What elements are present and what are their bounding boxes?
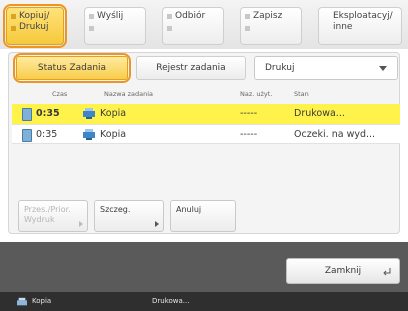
- row-time: 0:35: [36, 129, 58, 140]
- button-label: Anuluj: [176, 205, 202, 214]
- tab-store[interactable]: Zapisz: [240, 7, 302, 45]
- header-status: Stan: [294, 90, 309, 98]
- header-user: Naz. użyt.: [240, 90, 273, 98]
- header-job-name: Nazwa zadania: [104, 90, 154, 98]
- status-job-name: Kopia: [32, 297, 52, 305]
- button-label: Zamknij: [324, 266, 362, 276]
- button-label: Przes./Prior. Wydruk: [24, 205, 71, 224]
- select-value: Drukuj: [265, 63, 295, 73]
- copier-icon: [17, 297, 27, 306]
- job-type-select[interactable]: Drukuj: [254, 56, 398, 80]
- document-icon: [22, 129, 32, 142]
- tab-label: Odbiór: [175, 11, 206, 21]
- cancel-button[interactable]: Anuluj: [170, 200, 236, 232]
- row-status: Drukowa...: [294, 108, 345, 119]
- tab-label: Zapisz: [253, 11, 283, 21]
- chevron-right-icon: [79, 221, 83, 227]
- row-job-name: Kopia: [100, 108, 127, 119]
- chevron-right-icon: [155, 221, 159, 227]
- row-status: Oczeki. na wyd...: [294, 129, 376, 140]
- tab-send[interactable]: Wyślij: [84, 7, 146, 45]
- table-row[interactable]: 0:35 Kopia ----- Oczeki. na wyd...: [12, 124, 400, 144]
- table-row[interactable]: 0:35 Kopia ----- Drukowa...: [12, 104, 400, 124]
- tab-label: Eksploatacyj/ inne: [333, 11, 393, 32]
- status-job-state: Drukowa...: [152, 297, 190, 305]
- tab-consumables-other[interactable]: Eksploatacyj/ inne: [318, 7, 402, 45]
- chevron-down-icon: [379, 66, 387, 71]
- subtab-label: Rejestr zadania: [156, 63, 226, 73]
- tab-highlight-frame: [3, 4, 67, 48]
- details-button[interactable]: Szczeg.: [94, 200, 164, 232]
- copier-icon: [83, 129, 95, 140]
- row-job-name: Kopia: [100, 129, 127, 140]
- header-time: Czas: [52, 90, 68, 98]
- return-arrow-icon: [383, 268, 391, 276]
- button-label: Szczeg.: [100, 205, 131, 214]
- tab-indicator-icon: [89, 14, 94, 19]
- status-bar: Kopia Drukowa...: [0, 292, 408, 311]
- tab-indicator-icon: [245, 26, 250, 31]
- table-header: Czas Nazwa zadania Naz. użyt. Stan: [12, 86, 400, 104]
- subtab-highlight-frame: [13, 53, 131, 83]
- row-user: -----: [240, 108, 258, 119]
- document-icon: [22, 108, 32, 121]
- tab-receive[interactable]: Odbiór: [162, 7, 224, 45]
- priority-print-button[interactable]: Przes./Prior. Wydruk: [18, 200, 88, 232]
- row-time: 0:35: [36, 108, 60, 119]
- tab-indicator-icon: [167, 14, 172, 19]
- tab-label: Wyślij: [97, 11, 124, 21]
- row-user: -----: [240, 129, 258, 140]
- tab-indicator-icon: [245, 14, 250, 19]
- subtab-job-log[interactable]: Rejestr zadania: [136, 56, 246, 80]
- close-button[interactable]: Zamknij: [286, 258, 400, 284]
- copier-icon: [83, 108, 95, 119]
- tab-indicator-icon: [167, 26, 172, 31]
- tab-indicator-icon: [89, 26, 94, 31]
